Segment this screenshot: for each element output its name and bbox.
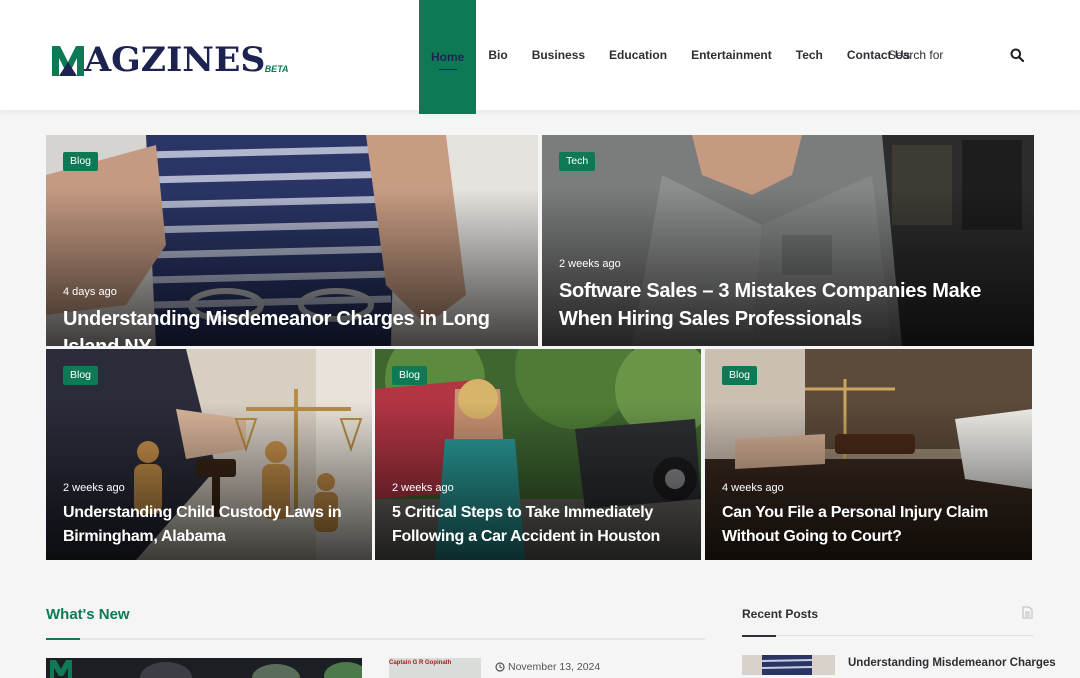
clock-icon xyxy=(495,662,505,672)
nav-item-label: Entertainment xyxy=(691,48,772,62)
post-title[interactable]: Understanding Child Custody Laws in Birm… xyxy=(63,501,342,549)
nav-item-business[interactable]: Business xyxy=(520,0,597,110)
featured-post-card[interactable]: Blog 4 weeks ago Can You File a Personal… xyxy=(705,349,1032,560)
nav-item-tech[interactable]: Tech xyxy=(784,0,835,110)
site-header: AGZINES BETA Home Bio Business Education… xyxy=(0,0,1080,114)
nav-item-bio[interactable]: Bio xyxy=(476,0,519,110)
recent-post-image xyxy=(742,655,835,675)
main-nav: Home Bio Business Education Entertainmen… xyxy=(419,0,922,114)
search-bar xyxy=(876,44,1036,66)
thumbnail-caption: Captain G R Gopinath xyxy=(389,660,452,666)
nav-item-label: Tech xyxy=(795,48,823,62)
recent-post-title[interactable]: Understanding Misdemeanor Charges xyxy=(848,657,1056,669)
nav-item-label: Education xyxy=(609,48,668,62)
category-badge[interactable]: Blog xyxy=(63,366,99,385)
post-thumbnail[interactable]: Captain G R Gopinath xyxy=(389,658,481,678)
post-title[interactable]: Software Sales – 3 Mistakes Companies Ma… xyxy=(559,277,1004,333)
section-title-whats-new: What's New xyxy=(46,606,130,623)
section-divider-accent xyxy=(46,638,80,640)
site-logo[interactable]: AGZINES BETA xyxy=(50,34,289,78)
post-thumbnail[interactable] xyxy=(46,658,362,678)
search-icon[interactable] xyxy=(1010,48,1024,62)
search-input[interactable] xyxy=(876,48,996,62)
post-time: 2 weeks ago xyxy=(392,482,454,494)
post-title[interactable]: Understanding Misdemeanor Charges in Lon… xyxy=(63,305,508,346)
nav-item-label: Home xyxy=(431,50,465,64)
sidebar-title-recent-posts: Recent Posts xyxy=(742,607,819,621)
post-title[interactable]: 5 Critical Steps to Take Immediately Fol… xyxy=(392,501,671,549)
post-time: 4 weeks ago xyxy=(722,482,784,494)
post-time: 4 days ago xyxy=(63,286,117,298)
category-badge[interactable]: Tech xyxy=(559,152,596,171)
category-badge[interactable]: Blog xyxy=(63,152,99,171)
sidebar-divider xyxy=(742,635,1034,636)
logo-beta-badge: BETA xyxy=(264,64,289,74)
logo-mark-icon xyxy=(52,46,84,76)
nav-item-label: Bio xyxy=(488,48,508,62)
post-time: 2 weeks ago xyxy=(63,482,125,494)
nav-item-education[interactable]: Education xyxy=(597,0,679,110)
featured-post-card[interactable]: Tech 2 weeks ago Software Sales – 3 Mist… xyxy=(542,135,1034,346)
featured-post-card[interactable]: Blog 2 weeks ago Understanding Child Cus… xyxy=(46,349,372,560)
sidebar-divider-accent xyxy=(742,635,776,637)
recent-post-thumbnail[interactable] xyxy=(742,655,835,675)
post-meta: November 13, 2024 xyxy=(495,661,600,673)
nav-item-label: Business xyxy=(531,48,586,62)
document-icon xyxy=(1022,606,1033,619)
logo-wordmark: AGZINES xyxy=(84,40,266,80)
post-time: 2 weeks ago xyxy=(559,258,621,270)
post-thumbnail-image xyxy=(46,658,362,678)
post-date: November 13, 2024 xyxy=(508,661,601,673)
nav-item-home[interactable]: Home xyxy=(419,0,477,114)
category-badge[interactable]: Blog xyxy=(722,366,758,385)
nav-item-entertainment[interactable]: Entertainment xyxy=(679,0,784,110)
post-title[interactable]: Can You File a Personal Injury Claim Wit… xyxy=(722,501,1002,549)
category-badge[interactable]: Blog xyxy=(392,366,428,385)
featured-post-card[interactable]: Blog 2 weeks ago 5 Critical Steps to Tak… xyxy=(375,349,701,560)
section-divider xyxy=(46,638,705,640)
featured-post-card[interactable]: Blog 4 days ago Understanding Misdemeano… xyxy=(46,135,538,346)
